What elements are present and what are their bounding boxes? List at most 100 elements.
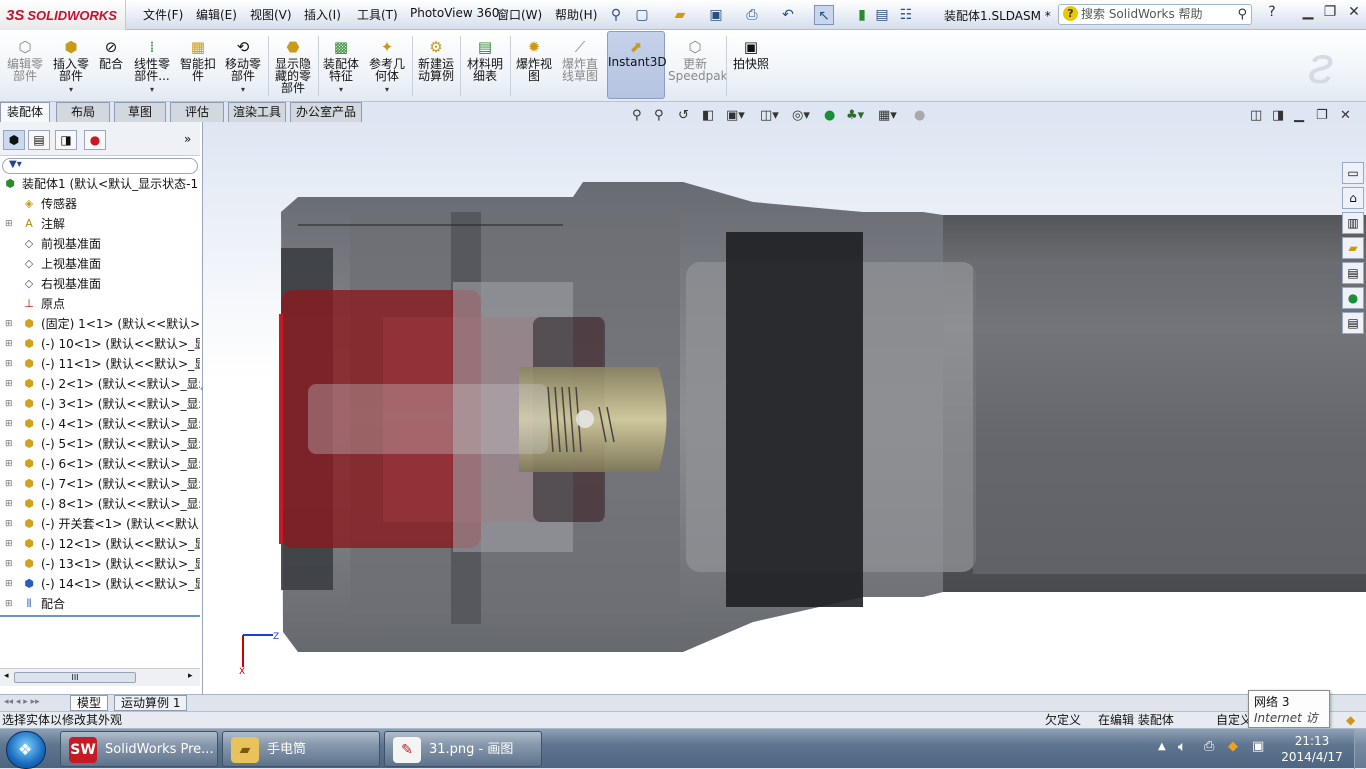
update-speedpak-button[interactable]: ⬡ 更新Speedpak: [668, 38, 728, 82]
expand-icon[interactable]: ⊞: [5, 440, 13, 449]
solidworks-resources-icon[interactable]: ▭: [1342, 162, 1364, 184]
expand-icon[interactable]: ⊞: [5, 360, 13, 369]
tree-item[interactable]: ⊥ 原点: [0, 294, 200, 314]
dropdown-arrow-icon[interactable]: ▾: [320, 84, 362, 96]
expand-icon[interactable]: ⊞: [5, 560, 13, 569]
show-desktop-button[interactable]: [1354, 729, 1366, 769]
design-library-icon[interactable]: ▥: [1342, 212, 1364, 234]
property-manager-tab-icon[interactable]: ▤: [28, 130, 50, 150]
file-explorer-icon[interactable]: ▰: [1342, 237, 1364, 259]
expand-icon[interactable]: ⊞: [5, 580, 13, 589]
tree-item[interactable]: ◈ 传感器: [0, 194, 200, 214]
linear-pattern-button[interactable]: ⁞ 线性零部件... ▾: [130, 38, 174, 96]
expand-icon[interactable]: ⊞: [5, 520, 13, 529]
expand-icon[interactable]: ⊞: [5, 320, 13, 329]
close-icon[interactable]: ✕: [1342, 4, 1366, 24]
select-arrow-icon[interactable]: ↖: [814, 5, 834, 25]
minimize-icon[interactable]: ▁: [1296, 4, 1320, 24]
insert-component-button[interactable]: ⬢ 插入零部件 ▾: [50, 38, 92, 96]
tree-item[interactable]: ⊞ ⬢ (固定) 1<1> (默认<<默认>_显: [0, 314, 200, 334]
tree-item[interactable]: ⊞ ⬢ (-) 2<1> (默认<<默认>_显示: [0, 374, 200, 394]
volume-icon[interactable]: 🔈︎: [1178, 739, 1186, 755]
take-snapshot-button[interactable]: ▣ 拍快照: [730, 38, 772, 70]
tab-motion-study[interactable]: 运动算例 1: [114, 695, 188, 711]
tree-item[interactable]: ⊞ ⬢ (-) 6<1> (默认<<默认>_显示: [0, 454, 200, 474]
menu-file[interactable]: 文件(F): [143, 6, 183, 23]
tree-item[interactable]: ⊞ ⬢ (-) 3<1> (默认<<默认>_显示: [0, 394, 200, 414]
view-palette-icon[interactable]: ▤: [1342, 262, 1364, 284]
expand-icon[interactable]: ⊞: [5, 600, 13, 609]
expand-icon[interactable]: ⊞: [5, 420, 13, 429]
tab-evaluate[interactable]: 评估: [170, 102, 224, 122]
doc-restore-icon[interactable]: ❐: [1316, 108, 1328, 123]
restore-icon[interactable]: ❐: [1318, 4, 1342, 24]
tab-layout[interactable]: 布局: [56, 102, 110, 122]
assembly-feature-button[interactable]: ▩ 装配体特征 ▾: [320, 38, 362, 96]
status-customize[interactable]: 自定义: [1216, 712, 1252, 728]
menu-edit[interactable]: 编辑(E): [196, 6, 237, 23]
tree-item[interactable]: ⬢ 装配体1 (默认<默认_显示状态-1: [0, 174, 200, 194]
tree-item[interactable]: ⊞ ⬢ (-) 11<1> (默认<<默认>_显示: [0, 354, 200, 374]
rebuild-icon[interactable]: ▮: [852, 5, 872, 25]
zoom-area-icon[interactable]: ⚲: [654, 108, 664, 123]
mate-button[interactable]: ⊘ 配合: [96, 38, 126, 70]
expand-icon[interactable]: ⊞: [5, 460, 13, 469]
panel-horizontal-scrollbar[interactable]: ◂ III ▸: [0, 668, 200, 686]
hide-show-items-icon[interactable]: ◎▾: [792, 108, 810, 123]
edit-appearance-icon[interactable]: ●: [824, 108, 835, 123]
undo-icon[interactable]: ↶: [778, 5, 798, 25]
feature-manager-tab-icon[interactable]: ⬢: [3, 130, 25, 150]
view-orientation-icon[interactable]: ▣▾: [726, 108, 745, 123]
expand-icon[interactable]: ⊞: [5, 540, 13, 549]
pin-icon[interactable]: ⚲: [606, 5, 626, 25]
menu-tools[interactable]: 工具(T): [357, 6, 398, 23]
explode-line-sketch-button[interactable]: ⟋ 爆炸直线草图: [558, 38, 602, 82]
tree-filter-input[interactable]: ▼▾: [2, 158, 198, 174]
tree-item[interactable]: ⊞ ⬢ (-) 5<1> (默认<<默认>_显示: [0, 434, 200, 454]
new-document-icon[interactable]: ▢: [632, 5, 652, 25]
expand-icon[interactable]: ⊞: [5, 340, 13, 349]
bom-button[interactable]: ▤ 材料明细表: [464, 38, 506, 82]
menu-view[interactable]: 视图(V): [250, 6, 292, 23]
scroll-thumb[interactable]: III: [14, 672, 136, 683]
options-icon[interactable]: ☷: [896, 5, 916, 25]
dropdown-arrow-icon[interactable]: ▾: [50, 84, 92, 96]
tree-item[interactable]: ⊞ ⬢ (-) 4<1> (默认<<默认>_显示: [0, 414, 200, 434]
configuration-manager-tab-icon[interactable]: ◨: [55, 130, 77, 150]
tab-navigation-icon[interactable]: ◂◂ ◂ ▸ ▸▸: [4, 697, 40, 707]
menu-help[interactable]: 帮助(H): [555, 6, 597, 23]
scroll-left-icon[interactable]: ◂: [4, 671, 9, 681]
expand-icon[interactable]: ⊞: [5, 400, 13, 409]
tile-horizontal-icon[interactable]: ◫: [1250, 108, 1262, 123]
expand-icon[interactable]: ⊞: [5, 500, 13, 509]
menu-photoview[interactable]: PhotoView 360: [410, 6, 499, 20]
apply-scene-icon[interactable]: ♣▾: [846, 108, 864, 123]
realview-icon[interactable]: ●: [914, 108, 925, 123]
menu-insert[interactable]: 插入(I): [304, 6, 341, 23]
explode-view-button[interactable]: ✹ 爆炸视图: [512, 38, 556, 82]
dropdown-arrow-icon[interactable]: ▾: [130, 84, 174, 96]
help-search-input[interactable]: ? 搜索 SolidWorks 帮助 ⚲: [1058, 4, 1252, 25]
tree-item[interactable]: ⊞ ⬢ (-) 8<1> (默认<<默认>_显示: [0, 494, 200, 514]
home-icon[interactable]: ⌂: [1342, 187, 1364, 209]
show-hidden-components-button[interactable]: ⬣ 显示隐藏的零部件: [272, 38, 314, 94]
scroll-right-icon[interactable]: ▸: [188, 671, 193, 681]
display-manager-tab-icon[interactable]: ●: [84, 130, 106, 150]
appearances-icon[interactable]: ●: [1342, 287, 1364, 309]
collapse-handle-icon[interactable]: ‹: [200, 384, 206, 414]
file-properties-icon[interactable]: ▤: [872, 5, 892, 25]
doc-minimize-icon[interactable]: ▁: [1294, 108, 1304, 123]
tree-item[interactable]: ◇ 前视基准面: [0, 234, 200, 254]
display-style-icon[interactable]: ◫▾: [760, 108, 779, 123]
tab-office-products[interactable]: 办公室产品: [290, 102, 362, 122]
tree-item[interactable]: ⊞ ⬢ (-) 13<1> (默认<<默认>_显示: [0, 554, 200, 574]
rebuild-status-icon[interactable]: ◆: [1346, 712, 1355, 728]
menu-window[interactable]: 窗口(W): [497, 6, 542, 23]
tray-expand-icon[interactable]: ▲: [1158, 741, 1166, 752]
smart-fastener-button[interactable]: ▦ 智能扣件: [178, 38, 218, 82]
tree-item[interactable]: ◇ 右视基准面: [0, 274, 200, 294]
tree-item[interactable]: ⊞ ⬢ (-) 14<1> (默认<<默认>_显示: [0, 574, 200, 594]
doc-close-icon[interactable]: ✕: [1340, 108, 1351, 123]
edit-component-button[interactable]: ⬡ 编辑零部件: [4, 38, 46, 82]
expand-arrows-icon[interactable]: »: [184, 132, 191, 146]
